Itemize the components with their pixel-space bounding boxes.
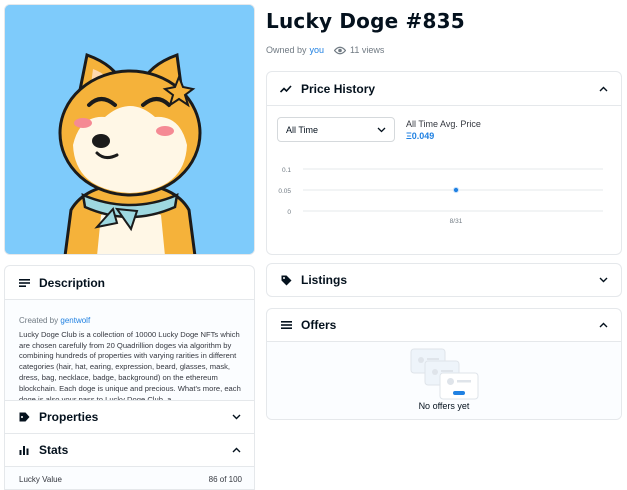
created-by-line: Created by gentwolf xyxy=(19,316,242,327)
owned-by-label: Owned by xyxy=(266,45,307,55)
offers-title: Offers xyxy=(301,318,337,332)
chevron-down-icon[interactable] xyxy=(230,411,242,423)
tag-icon xyxy=(279,273,293,287)
stat-label: Lucky Value xyxy=(19,474,62,484)
listings-header[interactable]: Listings xyxy=(267,264,621,296)
listings-title: Listings xyxy=(301,273,348,287)
nft-image[interactable] xyxy=(4,4,255,255)
stats-title: Stats xyxy=(39,443,69,457)
data-point xyxy=(452,186,460,194)
stat-value: 86 of 100 xyxy=(208,474,242,484)
chevron-up-icon[interactable] xyxy=(230,444,242,456)
price-chart: 0 0.05 0.1 8/31 xyxy=(278,167,603,225)
time-range-value: All Time xyxy=(286,124,319,135)
description-text: Lucky Doge Club is a collection of 10000… xyxy=(19,329,241,400)
offers-panel: Offers No offers yet xyxy=(266,308,622,420)
description-body: Created by gentwolf Lucky Doge Club is a… xyxy=(5,300,254,400)
owner-row: Owned by you 11 views xyxy=(266,45,384,55)
doge-illustration xyxy=(5,5,254,254)
x-tick-label: 8/31 xyxy=(450,218,463,225)
listings-panel: Listings xyxy=(266,263,622,297)
avg-price-value: Ξ0.049 xyxy=(406,131,435,141)
chevron-down-icon xyxy=(377,127,386,133)
properties-header[interactable]: Properties xyxy=(5,400,254,433)
created-by-label: Created by xyxy=(19,316,59,325)
chevron-up-icon[interactable] xyxy=(597,319,609,331)
tag-icon xyxy=(17,410,31,424)
owner-link[interactable]: you xyxy=(310,45,325,55)
y-tick-label: 0.05 xyxy=(278,188,291,195)
chevron-down-icon[interactable] xyxy=(597,274,609,286)
y-tick-label: 0.1 xyxy=(282,167,291,174)
chevron-up-icon[interactable] xyxy=(597,83,609,95)
stats-header[interactable]: Stats xyxy=(5,433,254,466)
empty-offers-illustration xyxy=(410,348,479,400)
description-panel: Description Created by gentwolf Lucky Do… xyxy=(4,265,255,490)
price-history-panel: Price History All Time All Time Avg. Pri… xyxy=(266,71,622,255)
properties-title: Properties xyxy=(39,410,99,424)
description-header[interactable]: Description xyxy=(5,266,254,300)
y-tick-label: 0 xyxy=(287,209,291,216)
asset-title: Lucky Doge #835 xyxy=(266,9,465,33)
eye-icon xyxy=(334,46,347,55)
offers-body: No offers yet xyxy=(267,342,621,419)
price-history-title: Price History xyxy=(301,81,376,96)
creator-link[interactable]: gentwolf xyxy=(60,316,90,325)
offers-header[interactable]: Offers xyxy=(267,309,621,342)
description-title: Description xyxy=(39,275,106,290)
stat-row: Lucky Value 86 of 100 xyxy=(5,466,254,489)
trend-line-icon xyxy=(279,82,293,96)
price-history-header[interactable]: Price History xyxy=(267,72,621,106)
text-lines-icon xyxy=(17,276,31,290)
no-offers-text: No offers yet xyxy=(418,401,470,411)
time-range-select[interactable]: All Time xyxy=(277,117,395,142)
views-count: 11 views xyxy=(350,45,385,55)
bar-chart-icon xyxy=(17,443,31,457)
list-icon xyxy=(279,318,293,332)
avg-price-label: All Time Avg. Price xyxy=(406,119,481,129)
